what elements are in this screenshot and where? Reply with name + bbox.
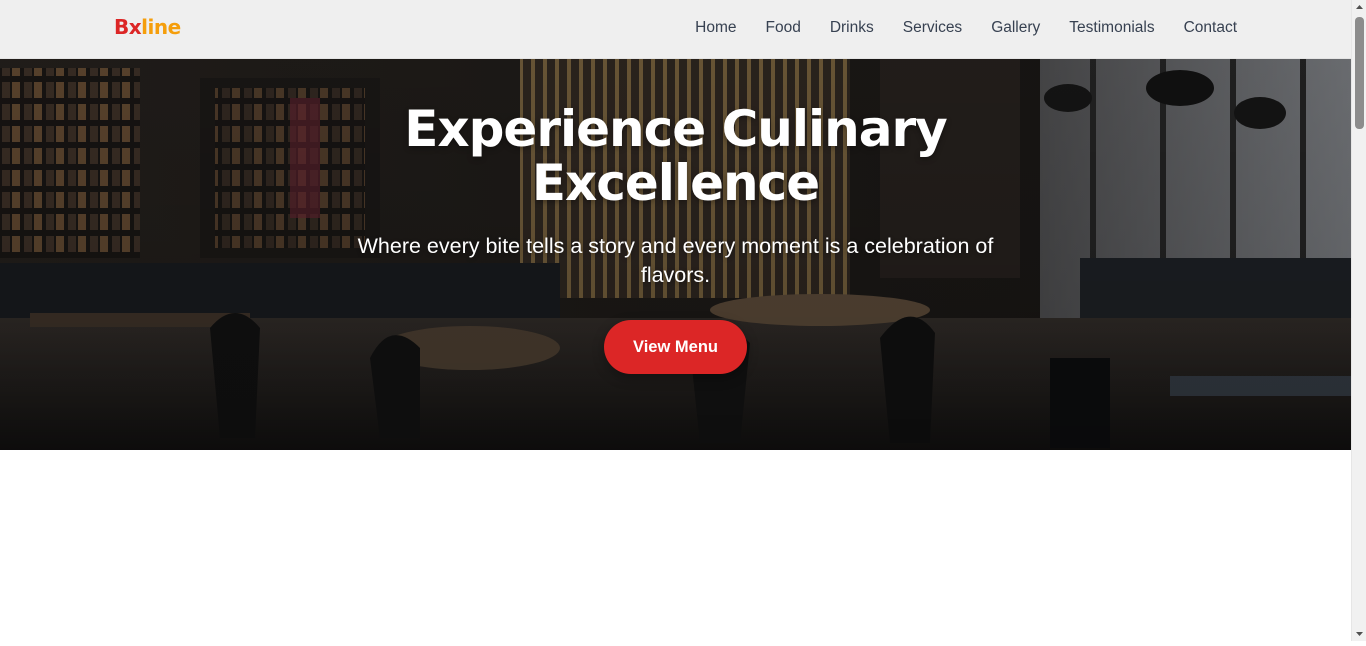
nav-link-contact[interactable]: Contact bbox=[1184, 19, 1237, 37]
brand-logo-part-1: Bx bbox=[114, 15, 142, 39]
page: Bxline Home Food Drinks Services Gallery… bbox=[0, 0, 1351, 641]
scrollbar-thumb[interactable] bbox=[1355, 17, 1364, 129]
hero-title: Experience Culinary Excellence bbox=[404, 100, 948, 212]
hero-section: Experience Culinary Excellence Where eve… bbox=[0, 58, 1351, 450]
brand-logo[interactable]: Bxline bbox=[114, 15, 181, 39]
navbar: Bxline Home Food Drinks Services Gallery… bbox=[0, 0, 1351, 59]
nav-link-food[interactable]: Food bbox=[765, 19, 800, 37]
nav-link-services[interactable]: Services bbox=[903, 19, 962, 37]
nav-link-testimonials[interactable]: Testimonials bbox=[1069, 19, 1154, 37]
nav-link-gallery[interactable]: Gallery bbox=[991, 19, 1040, 37]
scroll-up-arrow-icon[interactable] bbox=[1352, 0, 1366, 15]
brand-logo-part-2: line bbox=[141, 15, 181, 39]
nav-link-drinks[interactable]: Drinks bbox=[830, 19, 874, 37]
scroll-down-arrow-icon[interactable] bbox=[1352, 626, 1366, 641]
view-menu-button[interactable]: View Menu bbox=[604, 320, 747, 374]
vertical-scrollbar[interactable] bbox=[1351, 0, 1366, 641]
nav-links: Home Food Drinks Services Gallery Testim… bbox=[695, 19, 1237, 37]
nav-link-home[interactable]: Home bbox=[695, 19, 736, 37]
hero-subtitle: Where every bite tells a story and every… bbox=[357, 234, 994, 287]
